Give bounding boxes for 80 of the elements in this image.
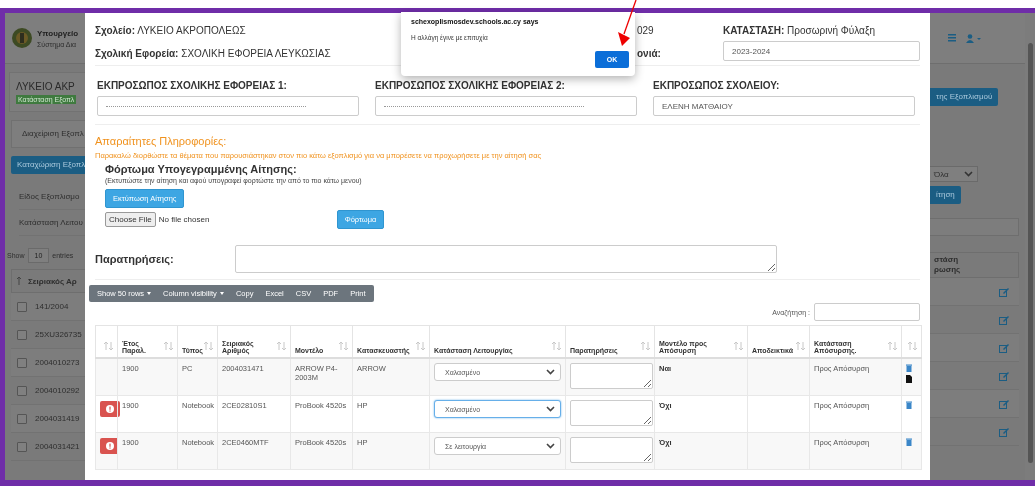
sort-icon bbox=[887, 341, 898, 351]
table-cell: 141/2004 bbox=[35, 302, 69, 311]
exclamation-icon bbox=[106, 442, 114, 450]
checkbox[interactable] bbox=[17, 413, 27, 424]
sort-icon bbox=[415, 341, 426, 351]
sort-icon bbox=[16, 276, 22, 286]
chevron-icon bbox=[546, 369, 555, 375]
edit-icon bbox=[999, 398, 1009, 409]
sort-icon bbox=[276, 341, 287, 351]
column-header: στάση bbox=[934, 255, 960, 265]
edit-icon bbox=[999, 370, 1009, 381]
table-cell: 2004010273 bbox=[35, 358, 80, 367]
table-cell: 2004010292 bbox=[35, 386, 80, 395]
trash-icon bbox=[906, 364, 912, 372]
edit-icon bbox=[999, 426, 1009, 437]
year-label: ονιά: bbox=[637, 47, 661, 59]
school-board-info: Σχολική Εφορεία: ΣΧΟΛΙΚΗ ΕΦΟΡΕΙΑ ΛΕΥΚΩΣΙΑΣ bbox=[95, 47, 331, 59]
school-year-field[interactable]: 2023-2024 bbox=[723, 41, 920, 61]
submit-button[interactable]: ίτηση bbox=[930, 186, 961, 204]
remarks-field[interactable] bbox=[570, 437, 653, 463]
edit-icon bbox=[999, 286, 1009, 297]
search-field[interactable] bbox=[930, 218, 1019, 236]
sort-icon bbox=[338, 341, 349, 351]
school-info: Σχολείο: ΛΥΚΕΙΟ ΑΚΡΟΠΟΛΕΩΣ bbox=[95, 24, 246, 36]
user-icon bbox=[966, 33, 981, 43]
school-title: ΛΥΚΕΙΟ ΑΚΡ bbox=[16, 81, 76, 92]
column-header: Σειριακός Αρ bbox=[28, 276, 77, 286]
file-status: No file chosen bbox=[158, 215, 211, 224]
scrollbar-thumb[interactable] bbox=[1027, 43, 1033, 463]
caret-icon bbox=[147, 292, 152, 295]
remarks-field[interactable] bbox=[570, 363, 653, 389]
representative-field[interactable]: ΕΛΕΝΗ ΜΑΤΘΑΙΟΥ bbox=[653, 96, 915, 116]
representative-field[interactable] bbox=[375, 96, 637, 116]
caret-icon bbox=[219, 292, 224, 295]
chevron-icon bbox=[546, 443, 555, 449]
sort-icon bbox=[551, 341, 562, 351]
column-header: ρωσης bbox=[934, 265, 962, 275]
warning-button[interactable] bbox=[100, 438, 120, 454]
sort-icon bbox=[163, 341, 174, 351]
checkbox[interactable] bbox=[17, 329, 27, 340]
representative-label: ΕΚΠΡΟΣΩΠΟΣ ΣΧΟΛΕΙΟΥ: bbox=[653, 80, 781, 91]
remarks-label: Παρατηρήσεις: bbox=[95, 253, 175, 265]
edit-icon bbox=[999, 314, 1009, 325]
trash-icon bbox=[906, 401, 912, 409]
chevron-icon bbox=[546, 406, 555, 412]
remarks-field[interactable] bbox=[570, 400, 653, 426]
remarks-field[interactable] bbox=[235, 245, 777, 273]
chevron-icon bbox=[964, 171, 973, 177]
table-cell: 25XU326735 bbox=[35, 330, 82, 339]
representative-label: ΕΚΠΡΟΣΩΠΟΣ ΣΧΟΛΙΚΗΣ ΕΦΟΡΕΙΑΣ 2: bbox=[375, 80, 566, 91]
table-cell: 2004031419 bbox=[35, 414, 80, 423]
checkbox[interactable] bbox=[17, 301, 27, 312]
sort-icon bbox=[203, 341, 214, 351]
menu-icon bbox=[948, 34, 956, 42]
equipment-button[interactable]: της Εξοπλισμού bbox=[930, 88, 999, 106]
exclamation-icon bbox=[106, 405, 114, 413]
upload-title: Φόρτωμα Υπογεγραμμένης Αίτησης: bbox=[105, 163, 298, 175]
choose-file-button[interactable]: Choose File bbox=[105, 212, 156, 227]
sort-icon bbox=[103, 341, 114, 351]
sort-icon bbox=[640, 341, 651, 351]
ministry-name: Υπουργείο bbox=[37, 28, 79, 38]
sort-icon bbox=[907, 341, 918, 351]
representative-label: ΕΚΠΡΟΣΩΠΟΣ ΣΧΟΛΙΚΗΣ ΕΦΟΡΕΙΑΣ 1: bbox=[97, 80, 288, 91]
checkbox[interactable] bbox=[17, 357, 27, 368]
checkbox[interactable] bbox=[17, 441, 27, 452]
checkbox[interactable] bbox=[17, 385, 27, 396]
warning-button[interactable] bbox=[100, 401, 120, 417]
representative-field[interactable] bbox=[97, 96, 359, 116]
edit-icon bbox=[999, 342, 1009, 353]
emblem-icon bbox=[11, 27, 33, 49]
notice-title: Απαραίτητες Πληροφορίες: bbox=[95, 135, 228, 147]
add-equipment-button[interactable]: Καταχώριση Εξοπλ bbox=[11, 156, 85, 174]
status-info: ΚΑΤΑΣΤΑΣΗ: Προσωρινή Φύλαξη bbox=[723, 24, 875, 36]
sort-icon bbox=[795, 341, 806, 351]
table-cell: 2004031421 bbox=[35, 442, 80, 451]
tab[interactable]: Διαχείριση Εξοπλ bbox=[11, 120, 85, 148]
trash-icon bbox=[906, 438, 912, 446]
code-fragment: 029 bbox=[637, 24, 654, 36]
filter-select[interactable]: Όλα bbox=[930, 166, 978, 182]
sort-icon bbox=[733, 341, 744, 351]
